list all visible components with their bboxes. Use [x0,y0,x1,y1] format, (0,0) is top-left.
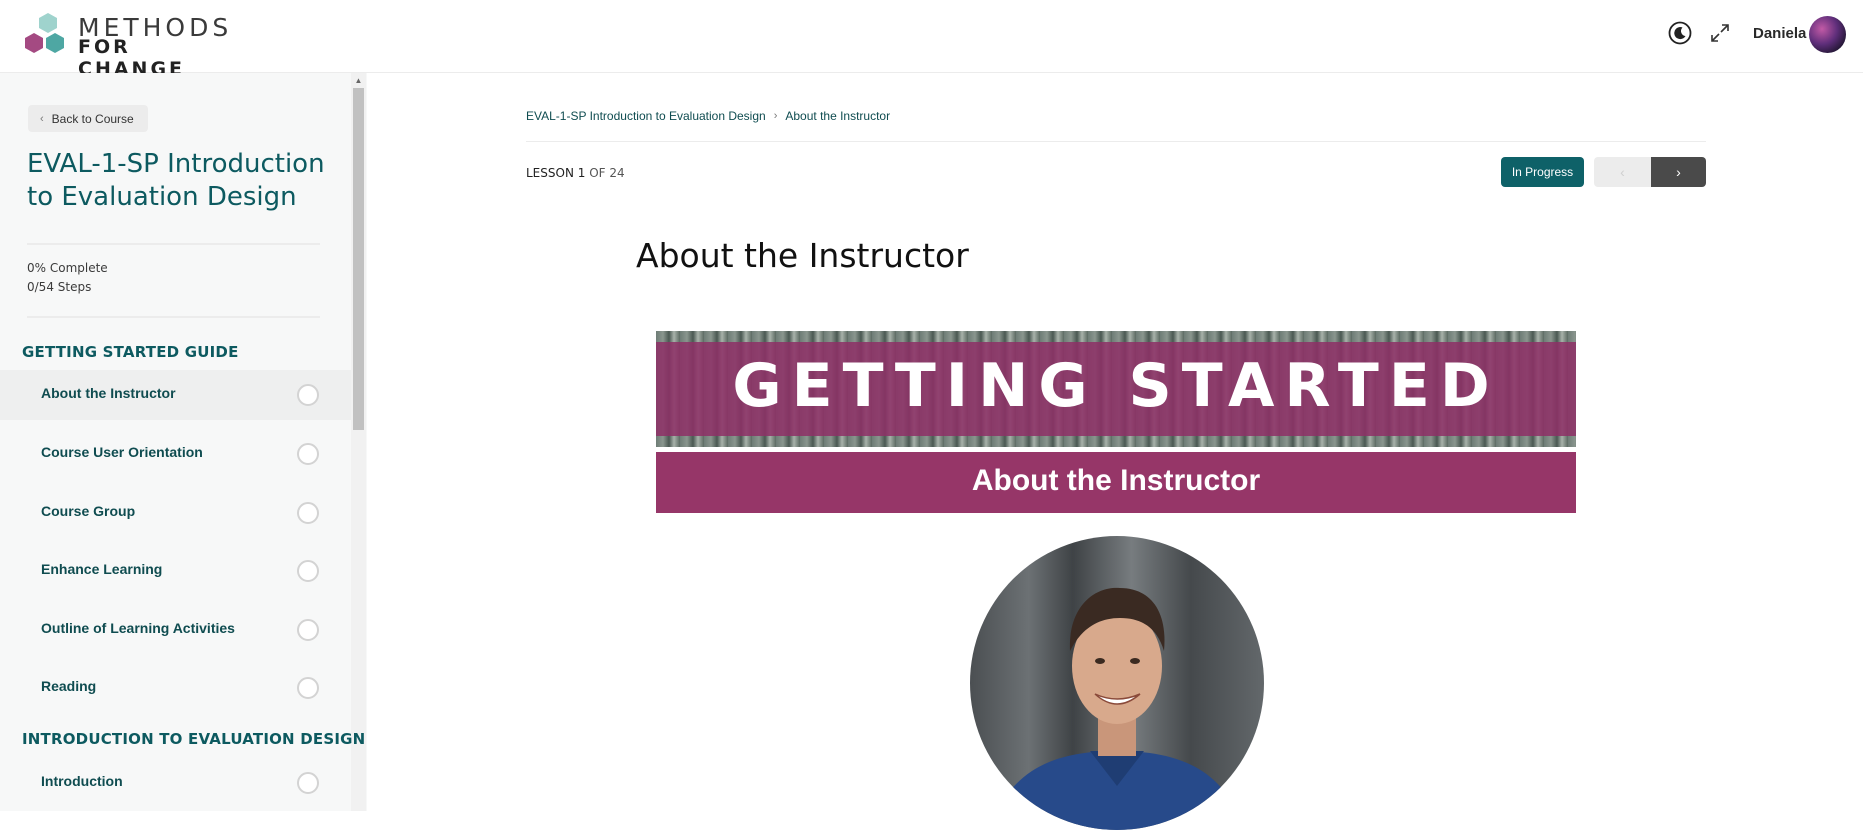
sidebar-item-course-user-orientation[interactable]: Course User Orientation [0,429,351,479]
section-heading-getting-started[interactable]: GETTING STARTED GUIDE [22,343,239,361]
lesson-counter-prefix: LESSON [526,166,574,180]
breadcrumb: EVAL-1-SP Introduction to Evaluation Des… [526,109,890,123]
scroll-up-arrow-icon[interactable]: ▲ [353,76,364,86]
instructor-photo [970,536,1264,830]
chevron-left-icon: ‹ [40,112,44,125]
course-title: EVAL-1-SP Introduction to Evaluation Des… [27,149,325,212]
lesson-counter-number: 1 [577,166,586,180]
avatar[interactable] [1809,16,1846,53]
next-lesson-button[interactable]: › [1651,157,1706,187]
lesson-label: Enhance Learning [41,561,163,577]
banner-bottom-text: About the Instructor [971,464,1261,497]
breadcrumb-course-link[interactable]: EVAL-1-SP Introduction to Evaluation Des… [526,109,766,123]
lesson-label: Introduction [41,773,123,789]
lesson-status-circle-icon [297,677,319,699]
sidebar-scroll-thumb[interactable] [353,88,364,430]
lesson-status-circle-icon [297,502,319,524]
lesson-label: Course User Orientation [41,444,203,460]
top-header: METHODS FOR CHANGE Daniela [0,0,1863,80]
lesson-label: Reading [41,678,97,694]
about-instructor-banner-image: About the Instructor [656,452,1576,513]
sidebar-item-reading[interactable]: Reading [0,663,351,713]
in-progress-status-button[interactable]: In Progress [1501,157,1584,187]
lesson-label: About the Instructor [41,385,176,401]
section-heading-introduction-to-evaluation-design[interactable]: INTRODUCTION TO EVALUATION DESIGN [22,730,365,748]
sidebar-item-course-group[interactable]: Course Group [0,488,351,538]
hexagon-logo-icon [25,13,64,53]
methods-for-change-logo[interactable]: METHODS FOR CHANGE [22,12,228,80]
divider [526,141,1706,142]
user-name[interactable]: Daniela [1753,25,1806,42]
chevron-right-icon: › [1676,164,1681,180]
sidebar-item-about-the-instructor[interactable]: About the Instructor [0,370,351,420]
lesson-status-circle-icon [297,384,319,406]
lesson-status-circle-icon [297,772,319,794]
fullscreen-icon[interactable] [1707,20,1733,46]
lesson-status-circle-icon [297,443,319,465]
chevron-left-icon: ‹ [1620,164,1625,180]
lesson-label: Outline of Learning Activities [41,620,235,636]
chevron-right-icon: › [773,110,778,122]
sidebar-item-outline-of-learning-activities[interactable]: Outline of Learning Activities [0,605,351,655]
back-to-course-label: Back to Course [51,111,134,126]
breadcrumb-current[interactable]: About the Instructor [785,109,890,123]
lesson-label: Course Group [41,503,136,519]
sidebar-item-introduction[interactable]: Introduction [0,758,351,808]
progress-steps: 0/54 Steps [27,280,92,294]
lesson-counter-total: OF 24 [589,166,625,180]
getting-started-banner-image: GETTING STARTED [656,331,1576,447]
page-title: About the Instructor [636,236,969,275]
lesson-counter: LESSON 1 OF 24 [526,166,625,180]
progress-percent: 0% Complete [27,261,108,275]
lesson-status-circle-icon [297,619,319,641]
previous-lesson-button[interactable]: ‹ [1594,157,1651,187]
divider [27,316,320,318]
banner-top-text: GETTING STARTED [732,351,1500,421]
back-to-course-button[interactable]: ‹ Back to Course [28,105,148,132]
lesson-status-circle-icon [297,560,319,582]
divider [27,243,320,245]
theme-toggle-icon[interactable] [1667,20,1693,46]
sidebar-item-enhance-learning[interactable]: Enhance Learning [0,546,351,596]
